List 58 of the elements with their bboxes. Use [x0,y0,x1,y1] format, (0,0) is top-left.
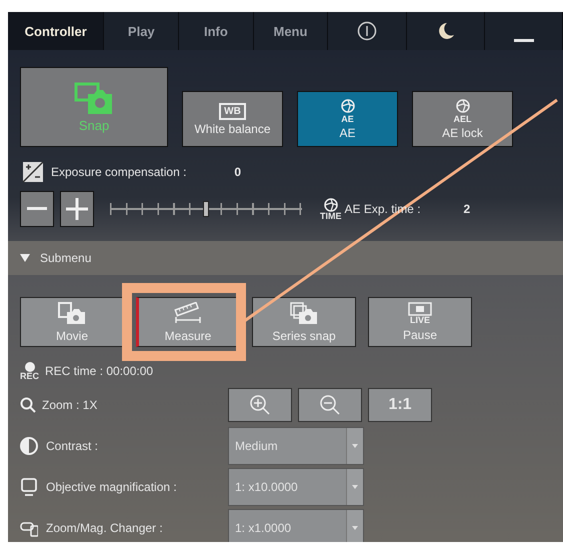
record-dot-icon [24,362,34,372]
submenu-label: Submenu [40,251,92,265]
submenu-button[interactable]: LIVE Pause [368,297,472,347]
video-icon [408,302,432,316]
tab[interactable]: Play [104,12,180,50]
plus-icon [66,198,88,220]
power-icon[interactable] [357,21,378,41]
capture-button[interactable]: AE AE [297,91,398,147]
ae-label: AEL [454,114,472,124]
zoom-in-icon [249,394,271,416]
caret-icon [352,484,358,488]
zoom-label: Zoom : 1X [42,398,98,412]
plus-button[interactable] [60,191,94,227]
zoom-in-button[interactable] [228,388,292,422]
setting-label: Zoom/Mag. Changer : [46,520,163,534]
dropdown[interactable]: 1: x10.0000 [228,468,364,506]
tab[interactable]: Menu [254,12,328,50]
ruler-icon [173,302,203,326]
caret-icon [352,444,358,448]
zoom-out-icon [319,394,341,416]
zoom-out-button[interactable] [298,388,362,422]
ae-label: AE [341,114,354,124]
minus-button[interactable] [20,191,54,227]
moon-icon[interactable] [436,22,455,40]
rec-label: REC [20,372,40,380]
caret-icon [352,526,358,530]
submenu-header[interactable]: Submenu [8,241,563,275]
camera-icon [289,302,319,326]
aperture-icon [456,98,470,112]
aperture-icon [340,98,354,112]
minus-icon [27,207,47,211]
minimize-icon[interactable] [514,39,534,42]
submenu-button[interactable]: Series snap [252,297,356,347]
monitor-icon [20,478,38,496]
search-icon [20,397,36,413]
slider-thumb[interactable] [203,201,209,217]
exposure-label: Exposure compensation : [51,165,186,179]
exposure-value: 0 [234,165,242,179]
camera-icon [57,302,87,326]
tab[interactable]: Info [179,12,254,50]
capture-button[interactable]: AEL AE lock [412,91,513,147]
exposure-icon [23,162,43,182]
contrast-icon [20,436,38,454]
dropdown[interactable]: 1: x1.0000 [228,508,364,542]
zoom-button[interactable]: 1:1 [368,388,432,422]
wb-label: WB [219,102,246,120]
setting-label: Objective magnification : [46,480,177,494]
capture-button[interactable]: WB White balance [182,91,283,147]
time-label: TIME [320,212,342,220]
camera-icon [74,82,114,116]
ae-time-value: 2 [464,202,470,216]
aperture-icon [324,198,338,212]
rec-time: REC time : 00:00:00 [45,364,154,378]
live-label: LIVE [410,316,430,325]
submenu-button[interactable]: Movie [20,297,124,347]
snap-button[interactable]: Snap [20,67,168,147]
setting-label: Contrast : [46,438,98,452]
dropdown[interactable]: Medium [228,426,364,464]
